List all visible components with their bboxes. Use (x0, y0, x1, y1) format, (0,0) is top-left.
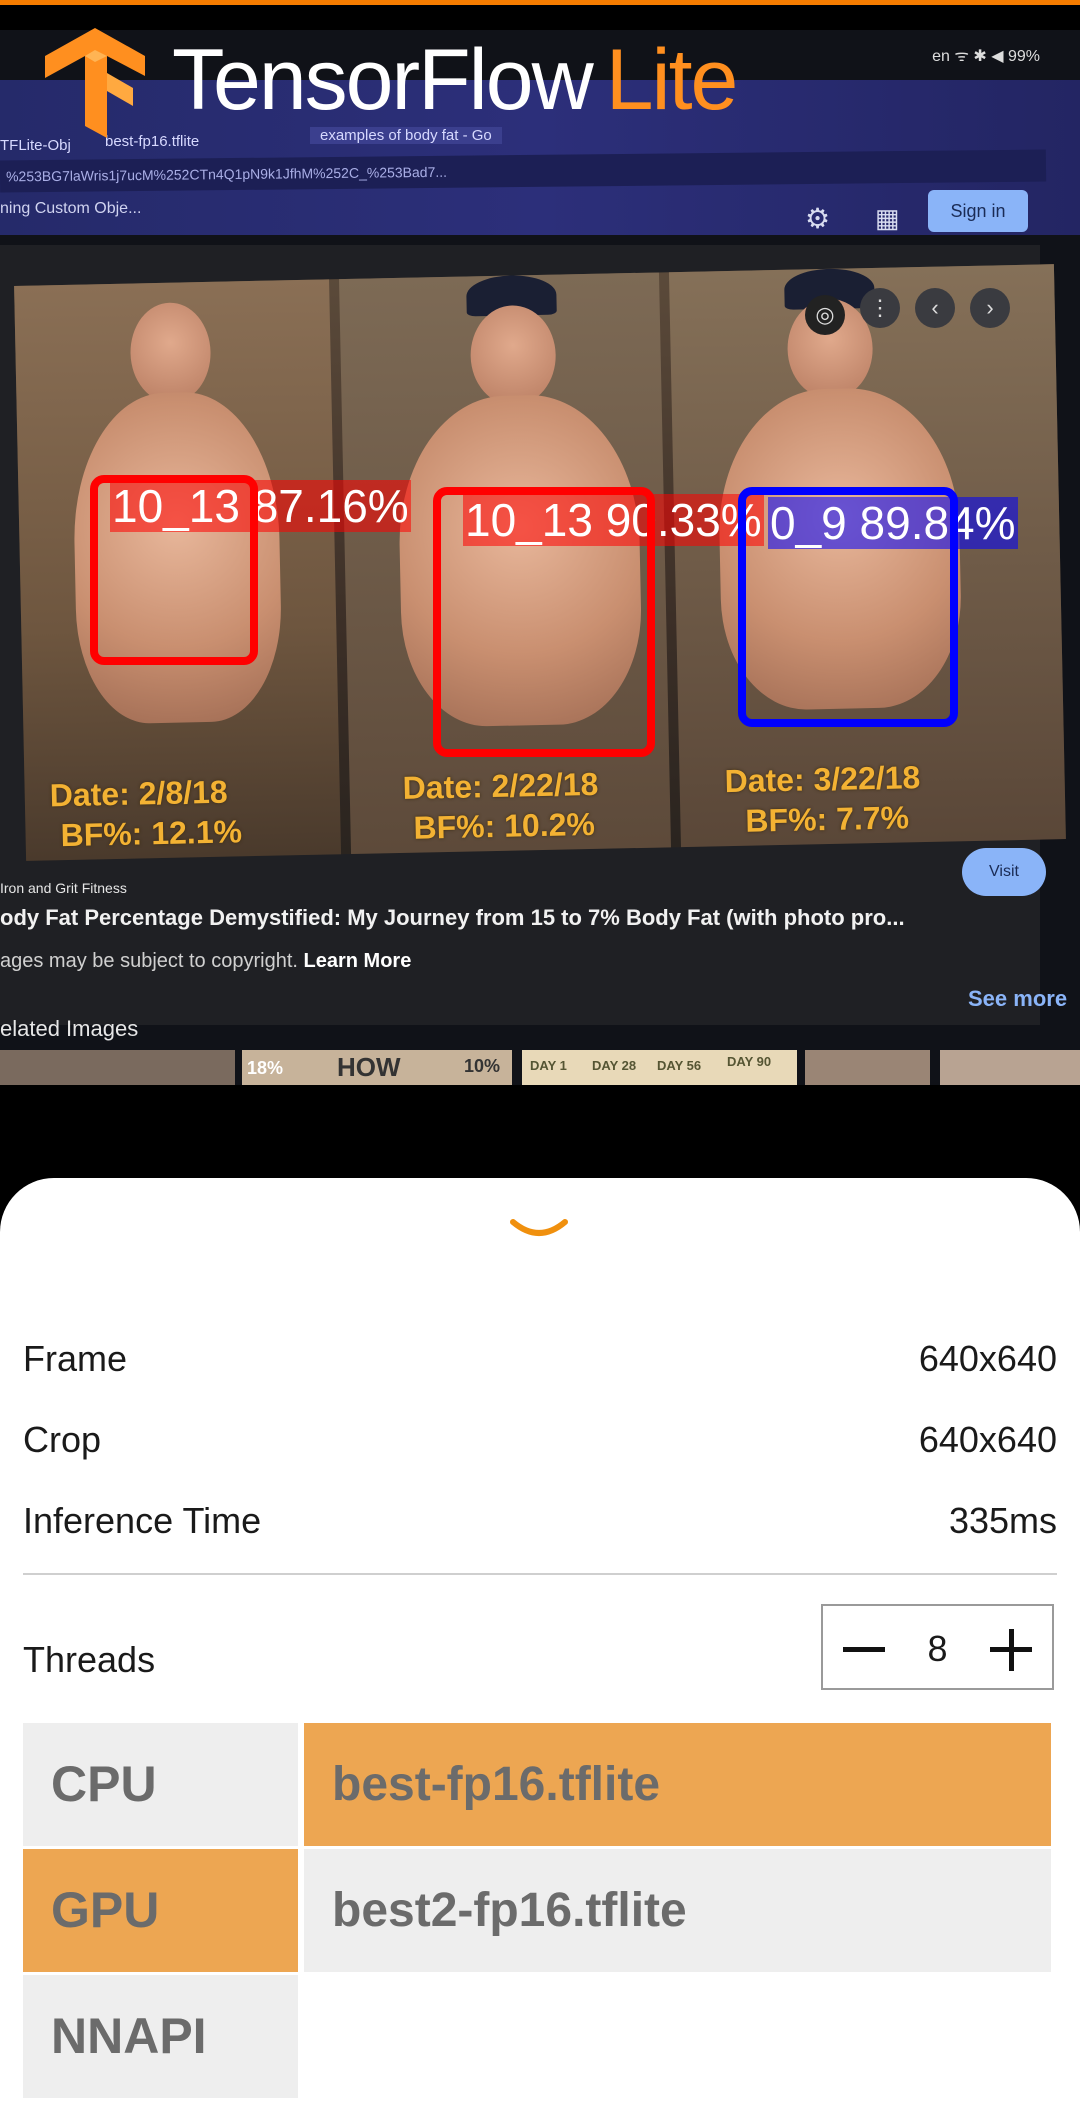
thumbnail-text: DAY 56 (657, 1058, 702, 1073)
camera-preview: TFLite-Obj best-fp16.tflite examples of … (0, 0, 1080, 1085)
thumbnail (0, 1050, 235, 1085)
related-images-heading: elated Images (0, 1016, 139, 1041)
chevron-right-icon: › (970, 288, 1010, 328)
thumbnail-text: HOW (337, 1052, 401, 1082)
delegate-option-gpu[interactable]: GPU (23, 1849, 298, 1972)
status-bar: en ᯤ ✱ ◀ 99% (932, 48, 1040, 65)
frame-row: Frame 640x640 (23, 1329, 1057, 1389)
photo-caption-bf: BF%: 12.1% (60, 813, 243, 854)
thumbnail-text: DAY 90 (727, 1054, 772, 1069)
image-options-icon: ⋮ (860, 288, 900, 328)
delegate-option-cpu[interactable]: CPU (23, 1723, 298, 1846)
photo-caption-date: Date: 2/8/18 (49, 773, 228, 814)
photo-caption: Date: 2/22/18 BF%: 10.2% (402, 764, 599, 848)
apps-grid-icon: ▦ (875, 203, 900, 233)
photo-caption-bf: BF%: 7.7% (745, 799, 910, 839)
thumbnail-text: 10% (464, 1056, 501, 1076)
delegate-option-nnapi[interactable]: NNAPI (23, 1975, 298, 2098)
thumbnail: 18% HOW 10% (242, 1050, 512, 1085)
frame-label: Frame (23, 1338, 128, 1379)
thumbnail: DAY 1 DAY 28 DAY 56 DAY 90 (522, 1050, 797, 1085)
divider (23, 1573, 1057, 1575)
result-title: ody Fat Percentage Demystified: My Journ… (0, 905, 905, 930)
model-option-best[interactable]: best-fp16.tflite (304, 1723, 1051, 1846)
tensorflow-logo-icon (45, 28, 145, 138)
threads-plus-icon (1009, 1629, 1014, 1671)
photo-caption-bf: BF%: 10.2% (413, 805, 596, 846)
threads-stepper: 8 (821, 1604, 1054, 1690)
visit-button: Visit (962, 848, 1046, 896)
detection-box (90, 475, 258, 665)
chevron-left-icon: ‹ (915, 288, 955, 328)
app-logo-text: TensorFlow Lite (172, 30, 739, 130)
photo-caption-date: Date: 2/22/18 (402, 765, 599, 806)
inference-label: Inference Time (23, 1500, 262, 1541)
detection-box (738, 487, 958, 727)
bottom-sheet: Frame 640x640 Crop 640x640 Inference Tim… (0, 1178, 1080, 2125)
top-accent-line (0, 0, 1080, 5)
browser-tab: TFLite-Obj (0, 137, 71, 154)
threads-label: Threads (23, 1639, 156, 1680)
chevron-down-icon[interactable] (510, 1218, 568, 1242)
thumbnail-text: DAY 1 (530, 1058, 567, 1073)
frame-value: 640x640 (918, 1338, 1057, 1379)
result-source: Iron and Grit Fitness (0, 880, 127, 896)
gear-icon: ⚙ (805, 203, 831, 234)
detection-box (433, 487, 655, 757)
inference-row: Inference Time 335ms (23, 1491, 1057, 1551)
see-more-link: See more (968, 986, 1068, 1011)
crop-label: Crop (23, 1419, 102, 1460)
photo-caption-date: Date: 3/22/18 (724, 759, 921, 800)
crop-row: Crop 640x640 (23, 1410, 1057, 1470)
photo-caption: Date: 2/8/18 BF%: 12.1% (49, 771, 242, 855)
thumbnail (940, 1050, 1080, 1085)
lens-icon: ◎ (805, 295, 845, 335)
browser-signin-button: Sign in (928, 190, 1028, 232)
logo-primary-text: TensorFlow (172, 32, 594, 128)
thumbnail-text: 18% (247, 1058, 284, 1078)
browser-page-heading: ning Custom Obje... (0, 200, 142, 217)
crop-value: 640x640 (918, 1419, 1057, 1460)
copyright-text: ages may be subject to copyright. (0, 950, 298, 972)
learn-more-link: Learn More (303, 950, 412, 972)
related-thumbnails: 18% HOW 10% DAY 1 DAY 28 DAY 56 DAY 90 (0, 1050, 1080, 1085)
model-option-best2[interactable]: best2-fp16.tflite (304, 1849, 1051, 1972)
inference-value: 335ms (948, 1500, 1057, 1541)
photo-caption: Date: 3/22/18 BF%: 7.7% (724, 757, 921, 841)
thumbnail-text: DAY 28 (592, 1058, 637, 1073)
result-copyright: ages may be subject to copyright. Learn … (0, 950, 411, 973)
thumbnail (805, 1050, 930, 1085)
logo-secondary-text: Lite (605, 32, 739, 128)
